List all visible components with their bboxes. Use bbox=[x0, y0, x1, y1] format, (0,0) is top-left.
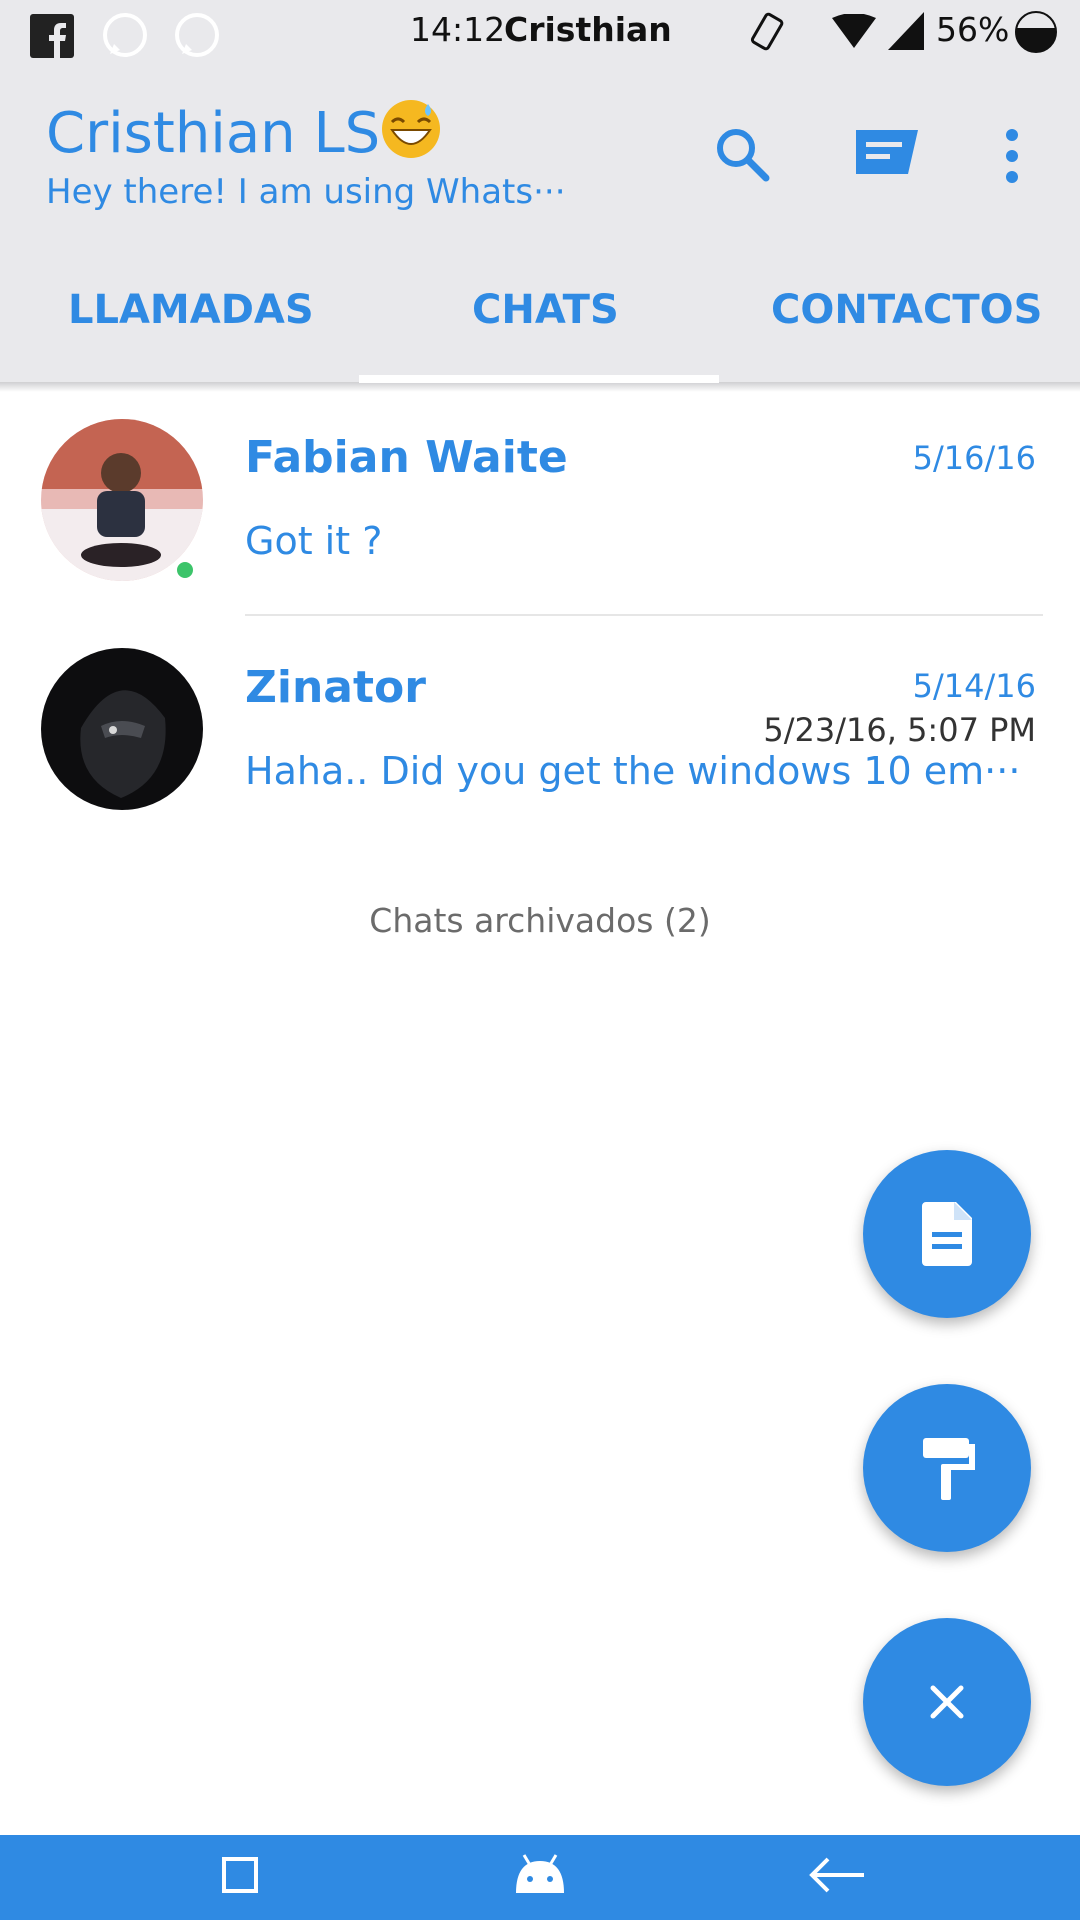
contact-name: Zinator bbox=[245, 662, 426, 713]
tab-llamadas[interactable]: LLAMADAS bbox=[68, 280, 314, 340]
profile-name: Cristhian LS bbox=[46, 101, 381, 166]
last-message: Got it ? bbox=[245, 519, 383, 563]
whatsapp-icon bbox=[103, 13, 147, 57]
chat-date: 5/14/16 bbox=[912, 667, 1036, 705]
android-icon[interactable] bbox=[510, 1853, 570, 1897]
grinning-sweat-emoji bbox=[382, 100, 441, 158]
note-icon bbox=[922, 1202, 972, 1266]
online-indicator bbox=[175, 560, 195, 580]
more-vert-icon[interactable] bbox=[1002, 128, 1022, 184]
navigation-bar bbox=[0, 1835, 1080, 1920]
chat-date: 5/16/16 bbox=[912, 439, 1036, 477]
wifi-icon bbox=[832, 14, 876, 48]
avatar[interactable] bbox=[41, 648, 203, 810]
theme-button[interactable] bbox=[863, 1384, 1031, 1552]
close-fab-button[interactable] bbox=[863, 1618, 1031, 1786]
recent-apps-icon[interactable] bbox=[220, 1855, 260, 1895]
new-note-button[interactable] bbox=[863, 1150, 1031, 1318]
archived-chats-link[interactable]: Chats archivados (2) bbox=[0, 896, 1080, 946]
facebook-icon bbox=[30, 14, 74, 58]
chat-divider bbox=[245, 614, 1043, 616]
signal-icon bbox=[888, 12, 924, 50]
battery-icon bbox=[1015, 11, 1057, 53]
tab-indicator bbox=[359, 375, 719, 383]
tab-contactos[interactable]: CONTACTOS bbox=[771, 280, 1042, 340]
paint-roller-icon bbox=[923, 1438, 975, 1500]
profile-status[interactable]: Hey there! I am using Whats··· bbox=[46, 170, 566, 214]
back-icon[interactable] bbox=[808, 1855, 868, 1895]
search-icon[interactable] bbox=[712, 124, 772, 184]
avatar[interactable] bbox=[41, 419, 203, 581]
last-message: Haha.. Did you get the windows 10 em··· bbox=[245, 749, 1021, 793]
tab-chats[interactable]: CHATS bbox=[472, 280, 619, 340]
message-icon[interactable] bbox=[852, 128, 922, 180]
status-bar: 14:12 Cristhian 56% bbox=[0, 0, 1080, 66]
close-icon bbox=[930, 1685, 964, 1719]
status-time: 14:12 bbox=[410, 10, 506, 49]
contact-name: Fabian Waite bbox=[245, 432, 568, 483]
status-carrier: Cristhian bbox=[504, 10, 672, 49]
vibrate-icon bbox=[750, 12, 784, 51]
tab-shadow bbox=[0, 382, 1080, 392]
profile-title[interactable]: Cristhian LS bbox=[46, 98, 442, 169]
whatsapp-icon bbox=[175, 13, 219, 57]
battery-percent: 56% bbox=[936, 10, 1010, 49]
